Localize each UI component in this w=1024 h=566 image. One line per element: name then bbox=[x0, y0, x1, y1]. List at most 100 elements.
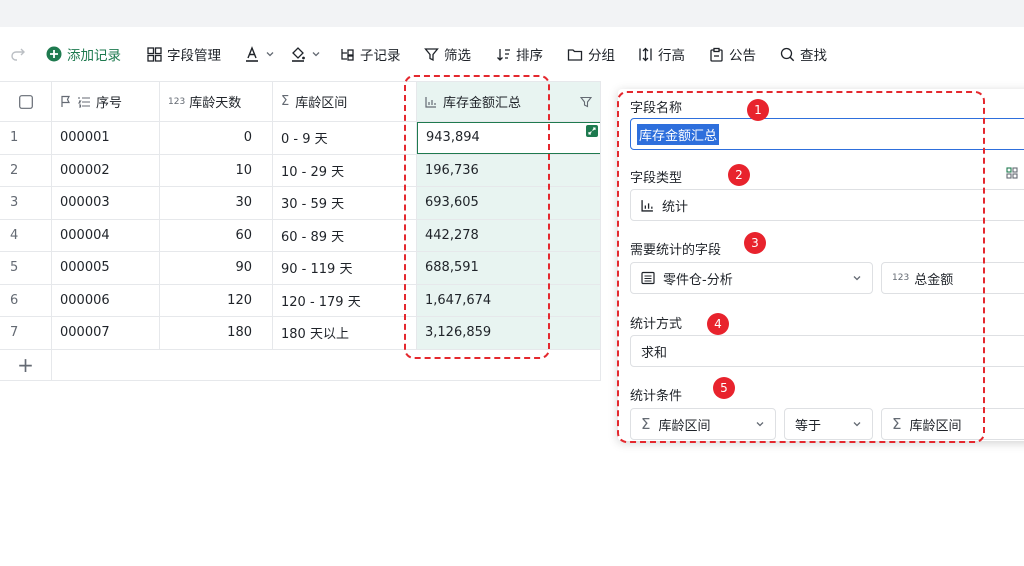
cell-days[interactable]: 180 bbox=[160, 317, 273, 349]
find-button[interactable]: 查找 bbox=[780, 27, 827, 81]
cell-seq[interactable]: 000001 bbox=[52, 122, 160, 154]
cell-seq[interactable]: 000005 bbox=[52, 252, 160, 284]
stat-field-select[interactable]: 123 总金额 bbox=[881, 262, 1024, 294]
annotation-badge-2: 2 bbox=[728, 164, 750, 186]
sub-record-label: 子记录 bbox=[360, 48, 401, 64]
condition-target-select[interactable]: Σ 库龄区间 bbox=[881, 408, 1024, 440]
cell-seq[interactable]: 000007 bbox=[52, 317, 160, 349]
row-index[interactable]: 3 bbox=[0, 187, 52, 219]
cell-seq[interactable]: 000004 bbox=[52, 219, 160, 251]
annotation-badge-1: 1 bbox=[747, 99, 769, 121]
row-index[interactable]: 1 bbox=[0, 122, 52, 154]
plus-circle-icon bbox=[46, 46, 62, 62]
cell-amount[interactable]: 943,894 bbox=[417, 122, 601, 154]
select-all-checkbox[interactable] bbox=[0, 82, 52, 121]
column-header-label: 库龄区间 bbox=[295, 96, 348, 111]
filter-button[interactable]: 筛选 bbox=[424, 27, 471, 81]
filter-label: 筛选 bbox=[444, 48, 471, 64]
redo-icon bbox=[11, 48, 25, 61]
stat-table-value: 零件仓-分析 bbox=[663, 272, 733, 288]
row-index[interactable]: 5 bbox=[0, 252, 52, 284]
field-type-value: 统计 bbox=[662, 199, 689, 215]
method-select[interactable]: 求和 bbox=[630, 335, 1024, 367]
sigma-icon: Σ bbox=[892, 415, 902, 433]
column-header-seq[interactable]: 序号 bbox=[52, 82, 160, 121]
table-row[interactable]: 6 000006 120 120 - 179 天 1,647,674 bbox=[0, 284, 601, 317]
column-header-amount[interactable]: 库存金额汇总 bbox=[417, 82, 601, 121]
cell-amount[interactable]: 196,736 bbox=[417, 154, 601, 186]
row-index[interactable]: 4 bbox=[0, 219, 52, 251]
table-row[interactable]: 7 000007 180 180 天以上 3,126,859 bbox=[0, 317, 601, 350]
cell-days[interactable]: 10 bbox=[160, 154, 273, 186]
header-row: 序号 123 库龄天数 Σ 库龄区间 库存金额汇总 bbox=[0, 81, 601, 122]
table-row[interactable]: 5 000005 90 90 - 119 天 688,591 bbox=[0, 252, 601, 285]
expand-icon[interactable] bbox=[586, 125, 598, 137]
cell-range[interactable]: 60 - 89 天 bbox=[273, 219, 417, 251]
row-height-button[interactable]: 行高 bbox=[638, 27, 685, 81]
table-icon bbox=[641, 271, 655, 285]
cell-days[interactable]: 120 bbox=[160, 284, 273, 316]
chevron-down-icon bbox=[312, 52, 320, 57]
sort-button[interactable]: 排序 bbox=[496, 27, 543, 81]
bar-chart-icon bbox=[425, 96, 436, 108]
text-color-icon bbox=[246, 46, 258, 62]
cell-range[interactable]: 30 - 59 天 bbox=[273, 187, 417, 219]
row-index[interactable]: 2 bbox=[0, 154, 52, 186]
cell-range[interactable]: 180 天以上 bbox=[273, 317, 417, 349]
field-name-input[interactable]: 库存金额汇总 bbox=[630, 118, 1024, 150]
table-row[interactable]: 1 000001 0 0 - 9 天 943,894 bbox=[0, 122, 601, 155]
fill-color-button[interactable] bbox=[290, 27, 321, 81]
cell-range[interactable]: 90 - 119 天 bbox=[273, 252, 417, 284]
cell-amount[interactable]: 688,591 bbox=[417, 252, 601, 284]
notice-button[interactable]: 公告 bbox=[709, 27, 756, 81]
cell-amount[interactable]: 3,126,859 bbox=[417, 317, 601, 349]
condition-field-value: 库龄区间 bbox=[658, 418, 711, 434]
sub-record-button[interactable]: 子记录 bbox=[340, 27, 401, 81]
chevron-down-icon bbox=[756, 422, 764, 427]
cell-amount[interactable]: 693,605 bbox=[417, 187, 601, 219]
cell-days[interactable]: 0 bbox=[160, 122, 273, 154]
cell-amount[interactable]: 442,278 bbox=[417, 219, 601, 251]
row-index[interactable]: 7 bbox=[0, 317, 52, 349]
text-color-button[interactable] bbox=[244, 27, 275, 81]
chevron-down-icon bbox=[853, 422, 861, 427]
add-record-button[interactable]: 添加记录 bbox=[46, 27, 121, 81]
cell-seq[interactable]: 000006 bbox=[52, 284, 160, 316]
group-button[interactable]: 分组 bbox=[567, 27, 615, 81]
add-row[interactable]: + bbox=[0, 349, 600, 381]
top-bar bbox=[0, 0, 1024, 27]
column-header-range[interactable]: Σ 库龄区间 bbox=[273, 82, 417, 121]
add-row-icon[interactable]: + bbox=[0, 349, 52, 380]
cell-amount[interactable]: 1,647,674 bbox=[417, 284, 601, 316]
cell-amount-text: 943,894 bbox=[426, 130, 480, 146]
cell-days[interactable]: 60 bbox=[160, 219, 273, 251]
cell-range[interactable]: 120 - 179 天 bbox=[273, 284, 417, 316]
chevron-down-icon bbox=[853, 276, 861, 281]
cell-range[interactable]: 10 - 29 天 bbox=[273, 154, 417, 186]
row-index[interactable]: 6 bbox=[0, 284, 52, 316]
list-number-icon bbox=[78, 96, 90, 108]
field-type-label: 字段类型 bbox=[630, 171, 683, 186]
notice-label: 公告 bbox=[729, 48, 756, 64]
stat-field-value: 总金额 bbox=[914, 272, 954, 288]
condition-operator-select[interactable]: 等于 bbox=[784, 408, 873, 440]
table-row[interactable]: 2 000002 10 10 - 29 天 196,736 bbox=[0, 154, 601, 187]
cell-seq[interactable]: 000003 bbox=[52, 187, 160, 219]
cell-days[interactable]: 90 bbox=[160, 252, 273, 284]
cell-days[interactable]: 30 bbox=[160, 187, 273, 219]
condition-field-select[interactable]: Σ 库龄区间 bbox=[630, 408, 776, 440]
number-type-icon: 123 bbox=[892, 273, 910, 283]
filter-icon[interactable] bbox=[580, 96, 592, 108]
cell-seq[interactable]: 000002 bbox=[52, 154, 160, 186]
column-header-days[interactable]: 123 库龄天数 bbox=[160, 82, 273, 121]
field-manage-button[interactable]: 字段管理 bbox=[147, 27, 221, 81]
cell-range[interactable]: 0 - 9 天 bbox=[273, 122, 417, 154]
grid-icon[interactable] bbox=[1006, 167, 1018, 179]
field-type-select[interactable]: 统计 bbox=[630, 189, 1024, 221]
redo-button[interactable] bbox=[10, 27, 26, 81]
stat-table-select[interactable]: 零件仓-分析 bbox=[630, 262, 873, 294]
sort-label: 排序 bbox=[516, 48, 543, 64]
table-row[interactable]: 4 000004 60 60 - 89 天 442,278 bbox=[0, 219, 601, 252]
field-name-value: 库存金额汇总 bbox=[637, 123, 720, 145]
table-row[interactable]: 3 000003 30 30 - 59 天 693,605 bbox=[0, 187, 601, 220]
